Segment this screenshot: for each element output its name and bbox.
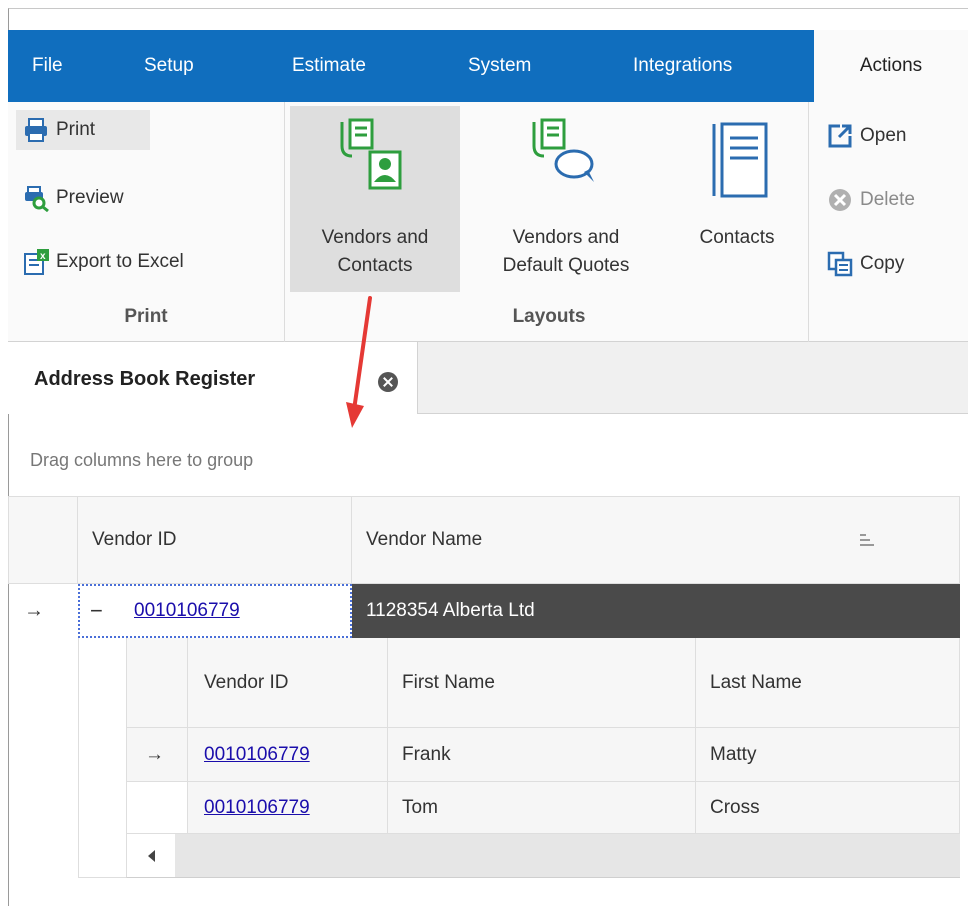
document-tab-strip: Address Book Register xyxy=(8,342,968,414)
vendor-id-link[interactable]: 0010106779 xyxy=(134,600,240,622)
tab-setup[interactable]: Setup xyxy=(144,30,194,102)
detail-column-header-last-name[interactable]: Last Name xyxy=(696,638,960,728)
scroll-left-arrow-icon xyxy=(148,850,155,862)
printer-icon xyxy=(22,116,50,144)
detail-last-name-cell[interactable]: Cross xyxy=(696,782,960,834)
tab-actions[interactable]: Actions xyxy=(814,30,968,102)
copy-icon xyxy=(826,250,854,278)
group-divider xyxy=(808,102,809,342)
tab-estimate[interactable]: Estimate xyxy=(292,30,366,102)
open-external-icon xyxy=(826,122,854,150)
svg-text:x: x xyxy=(40,251,46,262)
print-preview-icon xyxy=(22,184,50,213)
contacts-label: Contacts xyxy=(699,227,775,248)
vendors-quotes-icon xyxy=(532,118,594,182)
print-group-label: Print xyxy=(124,306,168,327)
vendors-contacts-icon xyxy=(340,118,402,190)
contacts-button[interactable]: Contacts xyxy=(672,106,802,292)
vendor-id-link[interactable]: 0010106779 xyxy=(204,744,310,766)
master-vendor-name-cell[interactable]: 1128354 Alberta Ltd xyxy=(352,584,960,638)
detail-last-name-cell[interactable]: Matty xyxy=(696,728,960,782)
detail-vendor-id-cell[interactable]: 0010106779 xyxy=(188,782,388,834)
master-vendor-id-cell[interactable]: − 0010106779 xyxy=(78,584,352,638)
annotation-arrow-icon xyxy=(346,296,372,428)
detail-row-indicator-header xyxy=(126,638,188,728)
ribbon-panel: Print Preview x Export to Excel Print Ve… xyxy=(8,102,968,342)
vendors-and-default-quotes-button[interactable]: Vendors and Default Quotes xyxy=(470,106,662,292)
collapse-row-icon[interactable]: − xyxy=(90,598,103,624)
detail-vendor-id-cell[interactable]: 0010106779 xyxy=(188,728,388,782)
row-indicator-header xyxy=(8,496,78,584)
open-button[interactable]: Open xyxy=(826,116,906,156)
copy-label: Copy xyxy=(860,253,905,274)
print-button[interactable]: Print xyxy=(16,110,150,150)
print-label: Print xyxy=(56,119,96,140)
export-excel-icon: x xyxy=(22,248,50,276)
scroll-left-button[interactable] xyxy=(127,834,175,877)
current-row-arrow-icon: → xyxy=(24,599,44,622)
tab-file[interactable]: File xyxy=(32,30,63,102)
delete-label: Delete xyxy=(860,189,915,210)
vendors-and-contacts-button[interactable]: Vendors and Contacts xyxy=(290,106,460,292)
vendors-quotes-label: Vendors and Default Quotes xyxy=(502,227,630,276)
detail-column-header-vendor-id[interactable]: Vendor ID xyxy=(188,638,388,728)
detail-column-header-first-name[interactable]: First Name xyxy=(388,638,696,728)
column-header-vendor-name[interactable]: Vendor Name xyxy=(352,496,960,584)
detail-first-name-cell[interactable]: Tom xyxy=(388,782,696,834)
vendor-id-link[interactable]: 0010106779 xyxy=(204,797,310,819)
sort-descending-icon[interactable] xyxy=(858,531,876,555)
delete-button[interactable]: Delete xyxy=(826,180,915,220)
horizontal-scrollbar[interactable] xyxy=(126,834,960,878)
detail-row-indicator xyxy=(126,782,188,834)
copy-button[interactable]: Copy xyxy=(826,244,904,284)
detail-indent xyxy=(78,638,126,878)
document-tab-title: Address Book Register xyxy=(34,368,256,390)
contacts-book-icon xyxy=(712,122,768,198)
tab-system[interactable]: System xyxy=(468,30,531,102)
delete-icon xyxy=(826,186,854,214)
vendors-contacts-label: Vendors and Contacts xyxy=(321,227,429,276)
group-panel-hint: Drag columns here to group xyxy=(30,450,254,470)
detail-first-name-cell[interactable]: Frank xyxy=(388,728,696,782)
row-indicator: → xyxy=(8,584,78,638)
current-row-arrow-icon: → xyxy=(145,743,164,765)
open-label: Open xyxy=(860,125,907,146)
tab-integrations[interactable]: Integrations xyxy=(633,30,732,102)
export-label: Export to Excel xyxy=(56,251,184,272)
preview-button[interactable]: Preview xyxy=(22,178,124,218)
export-to-excel-button[interactable]: x Export to Excel xyxy=(22,242,184,282)
preview-label: Preview xyxy=(56,187,124,208)
column-header-vendor-id[interactable]: Vendor ID xyxy=(78,496,352,584)
detail-row-indicator: → xyxy=(126,728,188,782)
ribbon-tab-bar: File Setup Estimate System Integrations … xyxy=(8,30,968,102)
